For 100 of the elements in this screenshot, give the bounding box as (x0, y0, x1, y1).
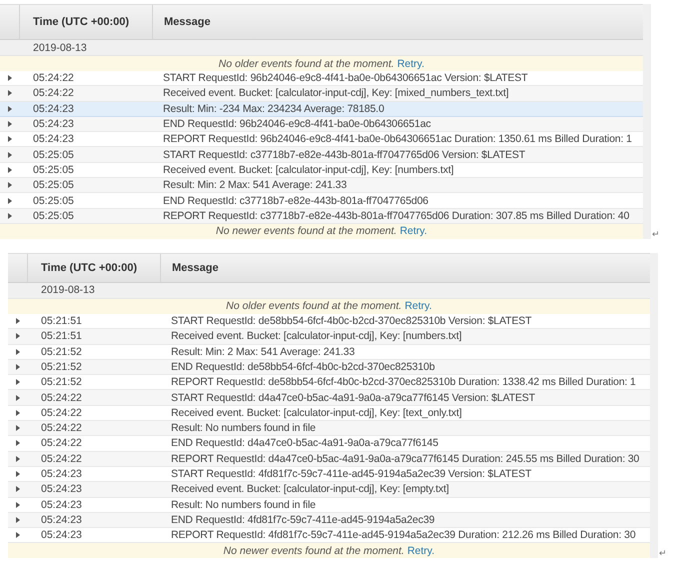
message-cell: REPORT RequestId: 96b24046-e9c8-4f41-ba0e-0b64306651ac Duration: 1350.61 ms Billed Duration: 1 (163, 133, 632, 146)
date-label: 2019-08-13 (41, 284, 95, 296)
message-cell: Result: Min: 2 Max: 541 Average: 241.33 (171, 346, 355, 358)
log-row[interactable]: 05:24:23 REPORT RequestId: 4fd81f7c-59c7-411e-ad45-9194a5a2ec39 Duration: 212.26 ms Billed Duration: 30 (8, 528, 650, 544)
message-cell: Received event. Bucket: [calculator-input-cdj], Key: [empty.txt] (171, 483, 449, 496)
time-cell: 05:24:23 (33, 118, 74, 130)
time-cell: 05:24:23 (41, 529, 82, 542)
expand-icon[interactable] (16, 456, 20, 462)
message-cell: Result: Min: -234 Max: 234234 Average: 78185.0 (163, 102, 384, 115)
expand-icon[interactable] (16, 333, 20, 340)
time-cell: 05:21:51 (41, 315, 82, 328)
expand-icon[interactable] (8, 182, 12, 188)
log-row[interactable]: 05:25:05 REPORT RequestId: c37718b7-e82e-443b-801a-ff7047765d06 Duration: 307.85 ms Billed Duration: 40 (0, 208, 643, 224)
time-cell: 05:24:23 (41, 514, 82, 526)
log-row[interactable]: 05:24:23 Result: Min: -234 Max: 234234 Average: 78185.0 (0, 102, 643, 117)
expand-icon[interactable] (16, 516, 20, 523)
log-row[interactable]: 05:25:05 Received event. Bucket: [calculator-input-cdj], Key: [numbers.txt] (0, 162, 643, 178)
column-header[interactable]: Time (UTC +00:00) (28, 254, 161, 282)
message-cell: Received event. Bucket: [calculator-input-cdj], Key: [numbers.txt] (163, 164, 454, 176)
expand-icon[interactable] (16, 425, 20, 432)
log-row[interactable]: 05:21:51 Received event. Bucket: [calculator-input-cdj], Key: [numbers.txt] (8, 329, 650, 345)
expand-icon[interactable] (8, 75, 12, 82)
retry-link[interactable]: Retry. (404, 300, 432, 312)
expand-icon[interactable] (16, 394, 20, 401)
expand-icon[interactable] (16, 318, 20, 324)
column-header[interactable]: Message (161, 254, 650, 282)
log-row[interactable]: 05:21:52 REPORT RequestId: de58bb54-6fcf-4b0c-b2cd-370ec825310b Duration: 1338.42 ms Billed Duration: 1 (8, 375, 650, 390)
paragraph-mark: ↵ (652, 228, 660, 239)
expand-icon[interactable] (8, 212, 12, 219)
log-row[interactable]: 05:24:23 END RequestId: 96b24046-e9c8-4f41-ba0e-0b64306651ac (0, 116, 643, 132)
log-row[interactable]: 05:21:51 START RequestId: de58bb54-6fcf-4b0c-b2cd-370ec825310b Version: $LATEST (8, 314, 650, 330)
log-row[interactable]: 05:25:05 END RequestId: c37718b7-e82e-443b-801a-ff7047765d06 (0, 193, 643, 209)
time-cell: 05:24:23 (41, 468, 82, 480)
expand-icon[interactable] (16, 486, 20, 492)
log-row[interactable]: 05:24:22 REPORT RequestId: d4a47ce0-b5ac-4a91-9a0a-a79ca77f6145 Duration: 245.55 ms Billed Duration: 30 (8, 452, 650, 467)
message-cell: Received event. Bucket: [calculator-input-cdj], Key: [text_only.txt] (171, 406, 462, 419)
time-cell: 05:21:52 (41, 346, 82, 358)
expand-icon[interactable] (16, 410, 20, 416)
expand-icon[interactable] (8, 136, 12, 142)
column-header[interactable]: Time (UTC +00:00) (20, 5, 153, 39)
expand-icon[interactable] (8, 106, 12, 112)
retry-link[interactable]: Retry. (407, 544, 435, 557)
log-row[interactable]: 05:21:52 END RequestId: de58bb54-6fcf-4b0c-b2cd-370ec825310b (8, 360, 650, 376)
time-cell: 05:21:52 (41, 376, 82, 388)
log-row[interactable]: 05:24:23 Received event. Bucket: [calculator-input-cdj], Key: [empty.txt] (8, 482, 650, 498)
log-row[interactable]: 05:24:22 START RequestId: d4a47ce0-b5ac-4a91-9a0a-a79ca77f6145 Version: $LATEST (8, 390, 650, 406)
log-row[interactable]: 05:24:22 END RequestId: d4a47ce0-b5ac-4a91-9a0a-a79ca77f6145 (8, 436, 650, 452)
column-header[interactable]: Message (153, 5, 643, 39)
message-cell: REPORT RequestId: de58bb54-6fcf-4b0c-b2cd-370ec825310b Duration: 1338.42 ms Billed Duration: 1 (171, 376, 636, 388)
time-cell: 05:24:23 (33, 102, 74, 115)
expand-icon[interactable] (8, 90, 12, 96)
log-row[interactable]: 05:25:05 Result: Min: 2 Max: 541 Average: 241.33 (0, 178, 643, 194)
message-cell: START RequestId: de58bb54-6fcf-4b0c-b2cd-370ec825310b Version: $LATEST (171, 315, 532, 328)
message-cell: END RequestId: 96b24046-e9c8-4f41-ba0e-0b64306651ac (163, 118, 431, 130)
time-cell: 05:24:22 (33, 72, 74, 84)
expand-icon[interactable] (16, 502, 20, 508)
log-row[interactable]: 05:24:23 REPORT RequestId: 96b24046-e9c8-4f41-ba0e-0b64306651ac Duration: 1350.61 ms Billed Duration: 1 (0, 132, 643, 148)
time-cell: 05:24:23 (41, 498, 82, 511)
expand-icon[interactable] (16, 379, 20, 386)
scrollbar[interactable] (643, 4, 651, 239)
scrollbar[interactable] (650, 252, 658, 558)
message-cell: Result: No numbers found in file (171, 422, 316, 434)
message-cell: START RequestId: c37718b7-e82e-443b-801a-ff7047765d06 Version: $LATEST (163, 148, 526, 161)
message-cell: END RequestId: de58bb54-6fcf-4b0c-b2cd-370ec825310b (171, 361, 435, 373)
log-row[interactable]: 05:24:23 END RequestId: 4fd81f7c-59c7-411e-ad45-9194a5a2ec39 (8, 512, 650, 528)
time-cell: 05:25:05 (33, 179, 74, 192)
log-row[interactable]: 05:24:23 Result: No numbers found in file (8, 498, 650, 513)
expand-icon[interactable] (8, 166, 12, 173)
message-cell: START RequestId: 4fd81f7c-59c7-411e-ad45-9194a5a2ec39 Version: $LATEST (171, 468, 532, 480)
log-row[interactable]: 05:24:22 Result: No numbers found in file (8, 421, 650, 436)
retry-link[interactable]: Retry. (397, 58, 424, 70)
expand-icon[interactable] (8, 152, 12, 158)
log-row[interactable]: 05:25:05 START RequestId: c37718b7-e82e-443b-801a-ff7047765d06 Version: $LATEST (0, 147, 643, 163)
expand-icon[interactable] (16, 440, 20, 446)
time-cell: 05:24:23 (41, 483, 82, 496)
notice-text: No newer events found at the moment. (223, 544, 404, 557)
notice-text: No older events found at the moment. (226, 300, 402, 312)
log-row[interactable]: 05:24:22 START RequestId: 96b24046-e9c8-4f41-ba0e-0b64306651ac Version: $LATEST (0, 71, 643, 86)
time-cell: 05:24:22 (41, 406, 82, 419)
retry-link[interactable]: Retry. (400, 225, 428, 238)
message-cell: END RequestId: d4a47ce0-b5ac-4a91-9a0a-a79ca77f6145 (171, 437, 438, 450)
expand-icon[interactable] (8, 121, 12, 128)
message-cell: REPORT RequestId: c37718b7-e82e-443b-801a-ff7047765d06 Duration: 307.85 ms Billed Duration: 40 (163, 210, 630, 222)
time-cell: 05:24:22 (41, 452, 82, 465)
expand-icon[interactable] (8, 198, 12, 204)
paragraph-mark: ↵ (659, 548, 667, 558)
expand-icon[interactable] (16, 348, 20, 355)
log-row[interactable]: 05:24:22 Received event. Bucket: [calculator-input-cdj], Key: [text_only.txt] (8, 406, 650, 422)
expand-icon[interactable] (16, 364, 20, 370)
time-cell: 05:21:52 (41, 361, 82, 373)
message-cell: Result: No numbers found in file (171, 498, 316, 511)
expand-icon[interactable] (16, 471, 20, 478)
time-cell: 05:24:22 (41, 422, 82, 434)
log-row[interactable]: 05:24:22 Received event. Bucket: [calculator-input-cdj], Key: [mixed_numbers_text.txt] (0, 86, 643, 102)
message-cell: REPORT RequestId: 4fd81f7c-59c7-411e-ad45-9194a5a2ec39 Duration: 212.26 ms Billed Duration: 30 (171, 529, 636, 542)
log-row[interactable]: 05:21:52 Result: Min: 2 Max: 541 Average: 241.33 (8, 344, 650, 360)
log-row[interactable]: 05:24:23 START RequestId: 4fd81f7c-59c7-411e-ad45-9194a5a2ec39 Version: $LATEST (8, 466, 650, 482)
expand-icon[interactable] (16, 532, 20, 538)
message-cell: START RequestId: d4a47ce0-b5ac-4a91-9a0a-a79ca77f6145 Version: $LATEST (171, 392, 536, 404)
notice-text: No older events found at the moment. (218, 58, 394, 70)
